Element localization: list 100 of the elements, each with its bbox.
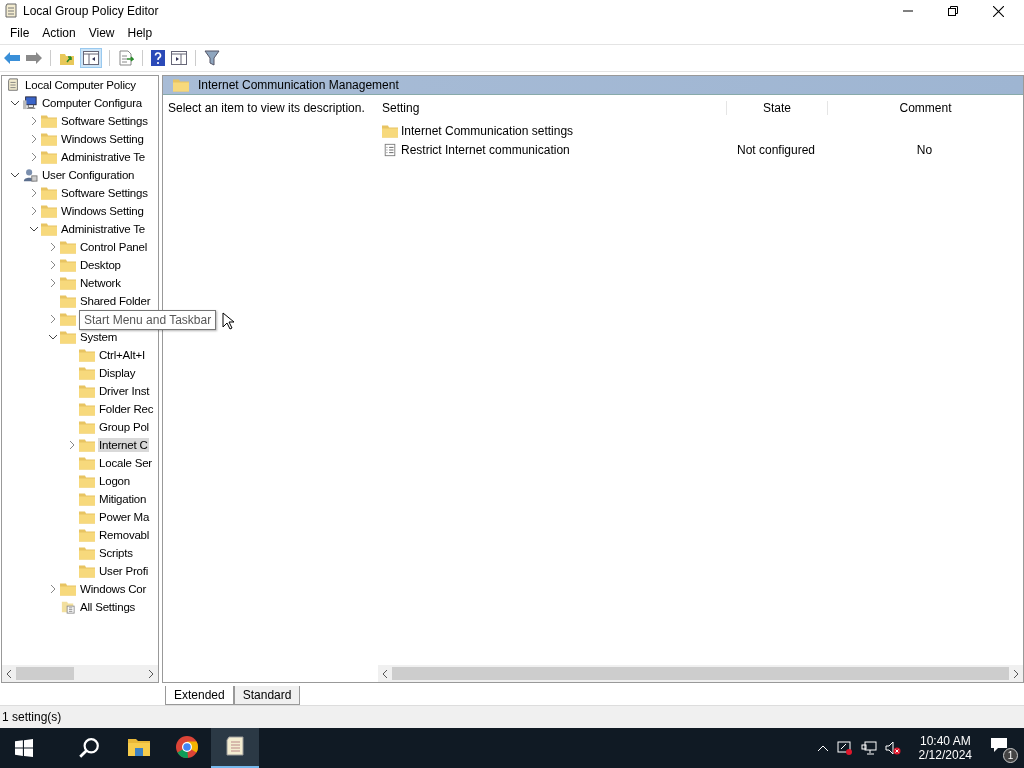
view-tab[interactable]: Standard: [233, 686, 301, 705]
tree-item[interactable]: Software Settings: [60, 114, 149, 128]
chevron-right-icon[interactable]: [31, 206, 37, 216]
folder-icon: [173, 78, 189, 92]
chevron-right-icon[interactable]: [69, 440, 75, 450]
filter-icon[interactable]: [204, 50, 220, 66]
tree-item[interactable]: All Settings: [79, 600, 137, 614]
panel-view-icon[interactable]: [171, 51, 187, 65]
folder-icon: [382, 123, 398, 138]
table-cell: Not configured: [736, 142, 815, 157]
folder-icon: [60, 276, 76, 290]
table-cell[interactable]: Restrict Internet communication: [401, 142, 570, 157]
tree-item[interactable]: Mitigation: [98, 492, 148, 506]
tree-item[interactable]: Network: [79, 276, 122, 290]
chevron-down-icon[interactable]: [29, 226, 39, 232]
tree-item[interactable]: Control Panel: [79, 240, 149, 254]
folder-icon: [79, 402, 95, 416]
folder-icon: [79, 366, 95, 380]
horizontal-scrollbar[interactable]: [378, 665, 1023, 682]
network-alert-icon[interactable]: [836, 740, 853, 756]
tree-item[interactable]: System: [79, 330, 119, 344]
folder-icon: [79, 510, 95, 524]
search-icon[interactable]: [78, 737, 100, 759]
notification-count: 1: [1003, 748, 1018, 763]
tree-item[interactable]: Windows Setting: [60, 204, 145, 218]
tree-item[interactable]: Software Settings: [60, 186, 149, 200]
status-text: 1 setting(s): [2, 710, 62, 724]
tree-item[interactable]: Locale Ser: [98, 456, 153, 470]
chevron-down-icon[interactable]: [10, 172, 20, 178]
network-icon[interactable]: [860, 741, 877, 755]
chevron-right-icon[interactable]: [50, 584, 56, 594]
column-header[interactable]: Comment: [828, 101, 1023, 115]
scroll-left-icon[interactable]: [6, 668, 12, 679]
chevron-down-icon[interactable]: [48, 334, 58, 340]
app-icon: [4, 3, 18, 19]
policy-document-icon: [5, 78, 21, 92]
panel-toggle-icon[interactable]: [81, 49, 101, 67]
chevron-right-icon[interactable]: [31, 116, 37, 126]
chevron-right-icon[interactable]: [50, 260, 56, 270]
tree-item[interactable]: Driver Inst: [98, 384, 151, 398]
folder-icon: [79, 528, 95, 542]
chevron-right-icon[interactable]: [31, 152, 37, 162]
folder-icon: [41, 132, 57, 146]
mouse-cursor-icon: [222, 312, 234, 330]
chevron-right-icon[interactable]: [50, 242, 56, 252]
scroll-document-icon: [225, 736, 245, 758]
folder-icon: [79, 546, 95, 560]
view-tab[interactable]: Extended: [165, 686, 234, 705]
tree-item[interactable]: Power Ma: [98, 510, 151, 524]
menu-item[interactable]: Action: [37, 24, 84, 42]
clock-time[interactable]: 10:40 AM: [919, 734, 971, 748]
message-icon: [990, 737, 1008, 753]
tree-item[interactable]: Internet C: [98, 438, 149, 452]
horizontal-scrollbar[interactable]: [2, 665, 158, 682]
tree-item[interactable]: Windows Setting: [60, 132, 145, 146]
back-arrow-icon[interactable]: [4, 52, 20, 64]
tree-item[interactable]: Logon: [98, 474, 131, 488]
forward-arrow-icon[interactable]: [26, 52, 42, 64]
chevron-right-icon[interactable]: [50, 278, 56, 288]
column-header[interactable]: State: [727, 101, 828, 115]
speaker-muted-icon[interactable]: [884, 741, 901, 755]
chevron-up-icon[interactable]: [816, 744, 829, 752]
export-list-icon[interactable]: [118, 50, 134, 66]
folder-icon: [60, 312, 76, 326]
tree-item[interactable]: Administrative Te: [60, 150, 146, 164]
scroll-right-icon[interactable]: [148, 668, 154, 679]
tree-item[interactable]: Folder Rec: [98, 402, 155, 416]
folder-icon: [60, 258, 76, 272]
chevron-right-icon[interactable]: [31, 134, 37, 144]
folder-icon: [79, 474, 95, 488]
tree-item[interactable]: Display: [98, 366, 137, 380]
tree-item[interactable]: Computer Configura: [41, 96, 143, 110]
clock-date[interactable]: 2/12/2024: [918, 748, 972, 762]
tree-item[interactable]: Shared Folder: [79, 294, 152, 308]
tree-item[interactable]: Removabl: [98, 528, 151, 542]
windows-start-icon[interactable]: [15, 739, 33, 757]
menu-item[interactable]: View: [83, 24, 123, 42]
menu-item[interactable]: File: [5, 24, 38, 42]
close-icon[interactable]: [993, 5, 1004, 17]
tree-item[interactable]: Scripts: [98, 546, 134, 560]
tree-item[interactable]: Ctrl+Alt+I: [98, 348, 146, 362]
scroll-left-icon[interactable]: [382, 668, 388, 679]
chevron-down-icon[interactable]: [10, 100, 20, 106]
tree-item[interactable]: Windows Cor: [79, 582, 148, 596]
tree-item[interactable]: Local Computer Policy: [24, 78, 137, 92]
computer-icon: [22, 96, 38, 110]
scroll-right-icon[interactable]: [1013, 668, 1019, 679]
menu-item[interactable]: Help: [122, 24, 161, 42]
restore-icon[interactable]: [948, 6, 958, 16]
chevron-right-icon[interactable]: [50, 314, 56, 324]
tree-item[interactable]: User Profi: [98, 564, 150, 578]
chevron-right-icon[interactable]: [31, 188, 37, 198]
column-header[interactable]: Setting: [378, 101, 727, 115]
taskbar-app[interactable]: [211, 728, 259, 768]
tree-item[interactable]: Desktop: [79, 258, 122, 272]
help-icon[interactable]: [151, 50, 165, 66]
tree-item[interactable]: User Configuration: [41, 168, 136, 182]
table-cell[interactable]: Internet Communication settings: [401, 123, 574, 138]
tree-item[interactable]: Administrative Te: [60, 222, 146, 236]
tree-item[interactable]: Group Pol: [98, 420, 150, 434]
